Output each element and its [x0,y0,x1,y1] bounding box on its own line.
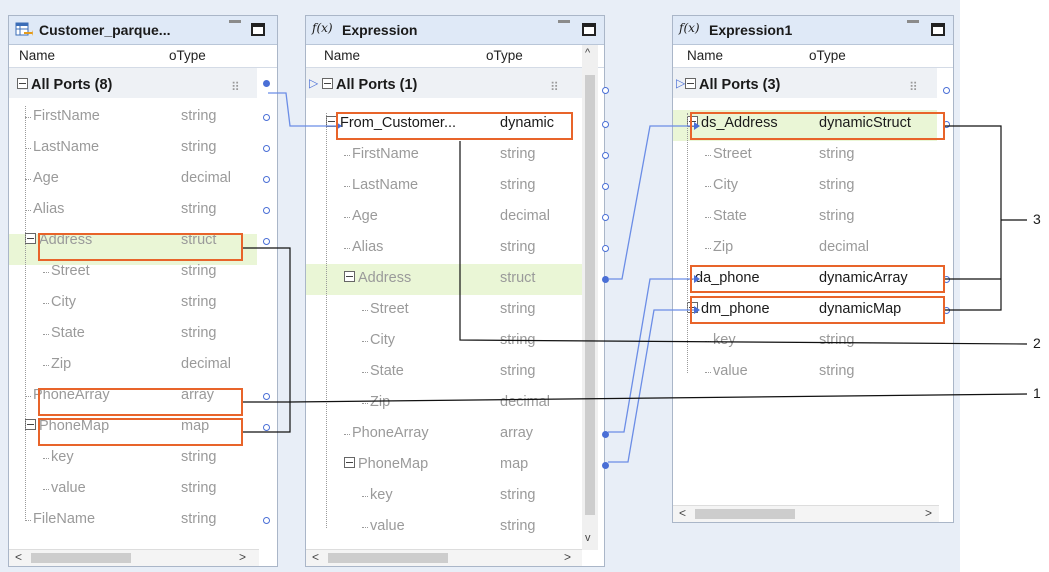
leader-1 [289,393,1028,403]
bracket-struct-array-map [243,247,291,433]
callout-number: 2 [1033,335,1041,351]
highlight-box-da-phone [690,265,945,293]
link-phonemap-to-dm-phone [608,309,694,463]
highlight-box-phonemap [38,418,243,446]
link-allports-to-from-customer [268,92,336,127]
bracket-dynamic [945,125,1002,311]
highlight-box-dm-phone [690,296,945,324]
callout-number: 1 [1033,385,1041,401]
link-phonearray-to-da-phone [608,278,694,433]
highlight-box-from-customer [336,112,573,140]
highlight-box-ds-address [690,112,945,140]
callout-number: 3 [1033,211,1041,227]
highlight-box-address [38,233,243,261]
link-address-to-ds-address [608,125,694,280]
highlight-box-phonearray [38,388,243,416]
